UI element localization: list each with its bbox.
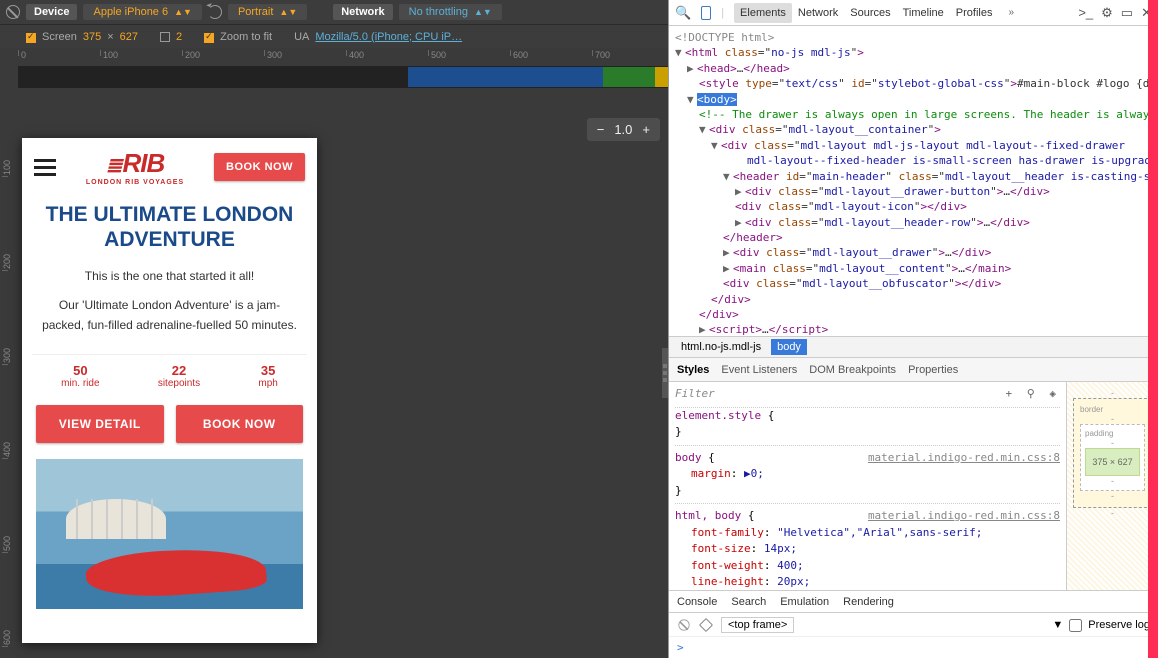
viewport-area: 0100200300400500600700 10020030040050060… <box>0 48 668 658</box>
console-toolbar: <top frame> ▼ Preserve log <box>669 613 1158 637</box>
device-select[interactable]: Apple iPhone 6▲▼ <box>83 4 201 20</box>
network-throttle-select[interactable]: No throttling▲▼ <box>399 4 502 20</box>
context-chevron-icon[interactable]: ▼ <box>1052 619 1063 631</box>
dom-tree[interactable]: <!DOCTYPE html>▼<html class="no-js mdl-j… <box>669 26 1158 336</box>
preserve-log-label: Preserve log <box>1088 619 1150 631</box>
console-tab[interactable]: Console <box>677 596 717 608</box>
device-viewport: RIB LONDON RIB VOYAGES BOOK NOW THE ULTI… <box>22 138 317 643</box>
network-label: Network <box>333 4 392 20</box>
device-mode-icon[interactable] <box>701 6 711 20</box>
devtools-toolbar: 🔍 | ElementsNetworkSourcesTimelineProfil… <box>669 0 1158 26</box>
screen-label: Screen <box>42 31 77 43</box>
styles-tab[interactable]: DOM Breakpoints <box>809 364 896 376</box>
menu-icon[interactable] <box>34 159 56 176</box>
zoom-checkbox[interactable] <box>204 33 214 43</box>
console-tab[interactable]: Emulation <box>780 596 829 608</box>
devtools-tab-timeline[interactable]: Timeline <box>897 3 950 23</box>
console-tab[interactable]: Search <box>731 596 766 608</box>
styles-toolbar-icons[interactable]: + ⚲ ◈ <box>1005 386 1060 403</box>
screen-width[interactable]: 375 <box>83 31 101 43</box>
hero-title: THE ULTIMATE LONDON ADVENTURE <box>22 196 317 262</box>
zoom-value: 1.0 <box>614 122 632 137</box>
screen-checkbox[interactable] <box>26 33 36 43</box>
ua-label: UA <box>294 31 309 43</box>
window-edge <box>1148 0 1158 658</box>
console-drawer-icon[interactable]: >_ <box>1078 5 1093 21</box>
stat-item: 22sitepoints <box>158 363 200 389</box>
zoom-out-icon[interactable]: − <box>597 122 605 137</box>
console-tab[interactable]: Rendering <box>843 596 894 608</box>
dom-breadcrumb[interactable]: html.no-js.mdl-jsbody <box>669 336 1158 358</box>
preserve-log-checkbox[interactable] <box>1069 619 1082 632</box>
hero-desc-2: Our 'Ultimate London Adventure' is a jam… <box>22 291 317 340</box>
styles-tab[interactable]: Event Listeners <box>721 364 797 376</box>
ruler-vertical: 100200300400500600 <box>0 66 18 658</box>
device-toolbar: Device Apple iPhone 6▲▼ Portrait▲▼ Netwo… <box>0 0 668 48</box>
ruler-horizontal: 0100200300400500600700 <box>18 48 668 66</box>
clear-console-icon[interactable] <box>678 619 689 630</box>
ua-value[interactable]: Mozilla/5.0 (iPhone; CPU iP… <box>315 31 462 43</box>
more-tabs-icon[interactable]: » <box>1008 7 1014 18</box>
book-now-button[interactable]: BOOK NOW <box>176 405 304 443</box>
hero-image <box>36 459 303 609</box>
logo[interactable]: RIB LONDON RIB VOYAGES <box>86 148 184 186</box>
box-model[interactable]: - border - padding - 375 × 627 - - - <box>1066 382 1158 590</box>
console-prompt[interactable]: > <box>669 637 1158 658</box>
devtools-tab-elements[interactable]: Elements <box>734 3 792 23</box>
dpr-icon <box>160 32 170 42</box>
styles-tab[interactable]: Properties <box>908 364 958 376</box>
filter-icon[interactable] <box>699 617 713 631</box>
styles-filter-input[interactable]: Filter <box>675 386 715 403</box>
cancel-icon[interactable] <box>6 5 20 19</box>
devtools-tab-profiles[interactable]: Profiles <box>950 3 999 23</box>
breadcrumb-item[interactable]: html.no-js.mdl-js <box>675 339 767 355</box>
timeline-strip[interactable] <box>18 66 668 88</box>
stat-item: 35mph <box>258 363 277 389</box>
view-detail-button[interactable]: VIEW DETAIL <box>36 405 164 443</box>
reload-icon[interactable] <box>208 5 222 19</box>
console-drawer-tabs: Console Search Emulation Rendering <box>669 591 1158 613</box>
devtools-tab-network[interactable]: Network <box>792 3 844 23</box>
styles-tabs: Styles Event Listeners DOM Breakpoints Prop… <box>669 358 1158 382</box>
zoom-control[interactable]: − 1.0 + <box>587 118 660 141</box>
zoom-in-icon[interactable]: + <box>642 122 650 137</box>
context-select[interactable]: <top frame> <box>721 617 794 633</box>
settings-icon[interactable]: ⚙ <box>1101 5 1113 21</box>
stat-item: 50min. ride <box>61 363 99 389</box>
device-label: Device <box>26 4 77 20</box>
devtools-panel: 🔍 | ElementsNetworkSourcesTimelineProfil… <box>668 0 1158 658</box>
hero-desc-1: This is the one that started it all! <box>22 262 317 290</box>
screen-height[interactable]: 627 <box>120 31 138 43</box>
inspect-icon[interactable]: 🔍 <box>675 5 691 21</box>
devtools-tab-sources[interactable]: Sources <box>844 3 896 23</box>
styles-tab[interactable]: Styles <box>677 364 709 376</box>
book-now-header-button[interactable]: BOOK NOW <box>214 153 305 181</box>
breadcrumb-item[interactable]: body <box>771 339 807 355</box>
dock-icon[interactable]: ▭ <box>1121 5 1133 21</box>
dpr-value[interactable]: 2 <box>176 31 182 43</box>
zoom-label: Zoom to fit <box>220 31 272 43</box>
css-rules[interactable]: Filter + ⚲ ◈ element.style {}material.in… <box>669 382 1066 590</box>
orientation-select[interactable]: Portrait▲▼ <box>228 4 307 20</box>
stats-row: 50min. ride 22sitepoints 35mph <box>32 354 307 389</box>
